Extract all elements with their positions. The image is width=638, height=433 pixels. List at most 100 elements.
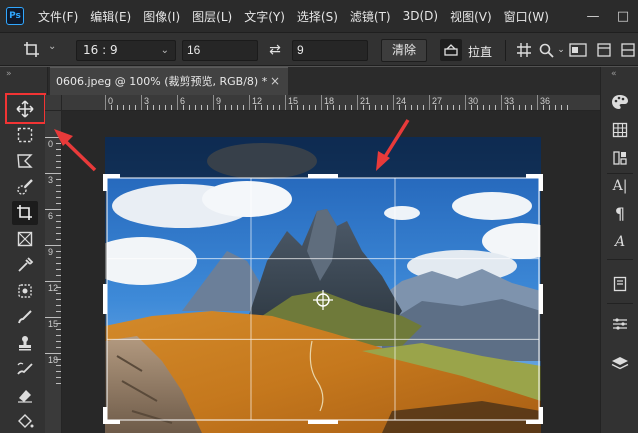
menu-type[interactable]: 文字(Y) [244,8,285,25]
ruler-tick [45,137,61,138]
ruler-tick [45,209,61,210]
ruler-label: 0 [48,139,54,149]
ruler-tick [56,347,61,348]
swatches-grid-icon[interactable] [608,119,632,141]
photoshop-logo-icon[interactable]: Ps [6,7,24,25]
adjustments-icon[interactable] [608,313,632,335]
marquee-tool-icon[interactable] [12,123,38,147]
document-tab[interactable]: 0606.jpeg @ 100% (裁剪预览, RGB/8) * × [50,67,288,95]
menu-select[interactable]: 选择(S) [297,8,338,25]
ratio-select-value: 16 : 9 [83,43,118,57]
eraser-tool-icon[interactable] [12,383,38,407]
ruler-tick [56,143,61,144]
menu-image[interactable]: 图像(I) [143,8,180,25]
layers-icon[interactable] [608,353,632,375]
options-bar: ⌄ 16 : 9 ⌄ 16 ⇄ 9 清除 拉直 ⌄ [0,32,638,66]
ruler-minor-tick [111,105,112,110]
document-canvas[interactable] [62,111,600,433]
menu-window[interactable]: 窗口(W) [504,8,549,25]
content-aware-icon[interactable] [568,39,588,61]
paragraph-icon[interactable]: ¶ [608,203,632,225]
ruler-minor-tick [123,105,124,110]
ruler-minor-tick [243,105,244,110]
canvas-area[interactable] [62,111,600,433]
ruler-minor-tick [531,105,532,110]
horizontal-ruler[interactable]: 0 3 6 9 12 15 18 21 24 27 30 33 36 [62,95,600,111]
width-field[interactable]: 16 [182,40,258,61]
crop-tool-icon[interactable] [12,201,38,225]
delete-cropped-icon[interactable] [594,39,614,61]
ruler-minor-tick [117,105,118,110]
ruler-minor-tick [453,105,454,110]
ruler-minor-tick [519,105,520,110]
ruler-major-tick [537,95,538,110]
lasso-tool-icon[interactable] [12,149,38,173]
document-tab-title: 0606.jpeg @ 100% (裁剪预览, RGB/8) * [56,75,268,88]
ruler-minor-tick [165,105,166,110]
ruler-tick [56,197,61,198]
fill-icon[interactable] [620,39,636,61]
height-field[interactable]: 9 [292,40,368,61]
ruler-tick [56,305,61,306]
collapse-toolbar-icon[interactable]: » [6,69,11,79]
ruler-major-tick [321,95,322,110]
ruler-minor-tick [159,105,160,110]
menu-view[interactable]: 视图(V) [450,8,492,25]
gear-chevron-icon[interactable]: ⌄ [556,39,566,61]
menu-filter[interactable]: 滤镜(T) [350,8,391,25]
ratio-select[interactable]: 16 : 9 ⌄ [76,40,176,61]
clear-button[interactable]: 清除 [381,39,427,62]
ruler-tick [56,149,61,150]
minimize-button[interactable]: — [578,9,608,24]
ruler-tick [56,239,61,240]
ruler-tick [56,299,61,300]
ruler-minor-tick [369,105,370,110]
ruler-minor-tick [525,105,526,110]
grid-overlay-icon[interactable] [514,39,534,61]
ruler-tick [56,365,61,366]
brush-tool-icon[interactable] [12,305,38,329]
menu-edit[interactable]: 编辑(E) [90,8,131,25]
ruler-minor-tick [567,105,568,110]
collapse-panel-icon[interactable]: « [611,69,616,79]
maximize-button[interactable]: □ [608,9,638,24]
clone-stamp-tool-icon[interactable] [12,331,38,355]
vertical-ruler[interactable]: 0 3 6 9 12 15 18 [45,111,62,433]
quick-select-tool-icon[interactable] [12,175,38,199]
ruler-minor-tick [291,105,292,110]
crop-icon[interactable] [20,39,44,61]
ruler-minor-tick [327,105,328,110]
ruler-minor-tick [171,105,172,110]
ruler-tick [56,383,61,384]
ruler-minor-tick [339,105,340,110]
frame-tool-icon[interactable] [12,227,38,251]
notes-icon[interactable] [608,273,632,295]
eyedropper-tool-icon[interactable] [12,253,38,277]
menu-layer[interactable]: 图层(L) [192,8,232,25]
ruler-label: 9 [48,247,54,257]
history-brush-tool-icon[interactable] [12,357,38,381]
ruler-tick [45,245,61,246]
menu-3d[interactable]: 3D(D) [403,9,438,23]
panel-divider [607,303,633,304]
ruler-minor-tick [219,105,220,110]
settings-gear-icon[interactable] [536,39,556,61]
straighten-icon[interactable] [440,39,462,61]
ruler-tick [56,161,61,162]
close-tab-icon[interactable]: × [270,68,280,95]
tool-preset-chevron-icon[interactable]: ⌄ [48,41,56,52]
swap-icon[interactable]: ⇄ [265,40,285,61]
ruler-major-tick [285,95,286,110]
ruler-label: 12 [48,283,59,293]
character-icon[interactable]: A| [608,175,632,197]
menu-file[interactable]: 文件(F) [38,8,78,25]
glyphs-icon[interactable]: A [608,231,632,253]
chevron-down-icon: ⌄ [160,45,169,56]
ruler-minor-tick [297,105,298,110]
color-palette-icon[interactable] [608,91,632,113]
libraries-icon[interactable] [608,147,632,169]
healing-brush-tool-icon[interactable] [12,279,38,303]
ruler-minor-tick [477,105,478,110]
ruler-minor-tick [561,105,562,110]
fill-tool-icon[interactable] [12,409,38,433]
